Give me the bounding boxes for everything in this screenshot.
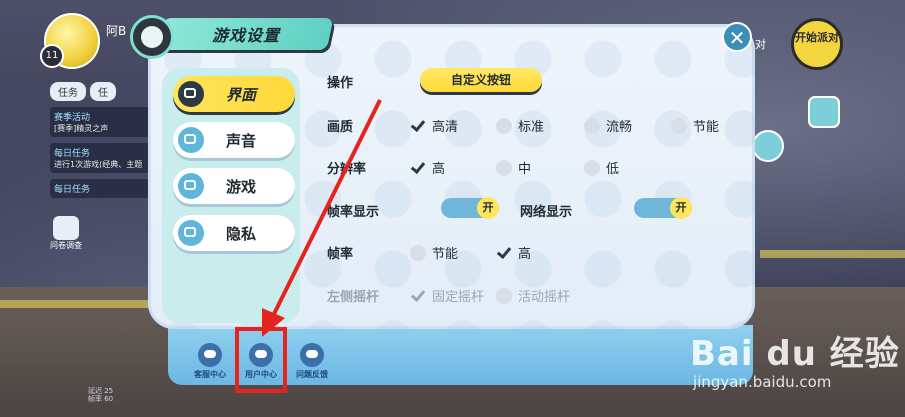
- player-level-badge: 11: [40, 44, 64, 68]
- task-panel: 任务 任 赛季活动 [赛季]精灵之声 每日任务 进行1次游戏(经典、主题 每日任…: [50, 82, 150, 212]
- feedback-button[interactable]: 问题反馈: [284, 343, 340, 380]
- feedback-icon: [300, 343, 324, 367]
- headset-icon: [198, 343, 222, 367]
- watermark: Bai du 经验 jingyan.baidu.com: [690, 326, 900, 391]
- tray-label: 问题反馈: [296, 370, 328, 379]
- left-joystick-label: 左侧摇杆: [327, 290, 380, 305]
- survey-icon: [53, 216, 79, 240]
- tab-sound[interactable]: 声音: [173, 122, 295, 158]
- network-display-label: 网络显示: [520, 205, 573, 220]
- check-icon: [410, 118, 426, 134]
- option-label: 节能: [432, 247, 459, 262]
- fps-display-label: 帧率显示: [327, 205, 380, 220]
- option-label: 高清: [432, 120, 459, 135]
- task-tab[interactable]: 任务: [50, 82, 86, 101]
- resolution-label: 分辨率: [327, 162, 367, 177]
- tab-label: 界面: [225, 86, 256, 104]
- option-label: 流畅: [606, 120, 633, 135]
- network-display-toggle[interactable]: 开: [634, 197, 692, 219]
- option-label: 低: [606, 162, 620, 177]
- quality-option-hd[interactable]: 高清: [410, 116, 458, 135]
- check-icon: [410, 160, 426, 176]
- radio-icon: [671, 117, 687, 134]
- resolution-option-low[interactable]: 低: [584, 158, 619, 177]
- option-label: 节能: [693, 120, 720, 135]
- quality-option-standard[interactable]: 标准: [496, 116, 544, 135]
- option-label: 标准: [518, 120, 545, 135]
- joystick-option-floating[interactable]: 活动摇杆: [496, 286, 570, 305]
- close-icon[interactable]: ✕: [722, 22, 752, 52]
- task-item[interactable]: 赛季活动 [赛季]精灵之声: [50, 107, 150, 137]
- network-stats: 延迟 25 帧率 60: [88, 387, 113, 403]
- task-item[interactable]: 每日任务 进行1次游戏(经典、主题: [50, 143, 150, 173]
- operation-label: 操作: [327, 76, 354, 91]
- side-emote-icon[interactable]: [752, 130, 784, 162]
- tab-label: 游戏: [225, 178, 256, 196]
- radio-icon: [584, 117, 600, 134]
- option-label: 高: [518, 247, 532, 262]
- resolution-option-mid[interactable]: 中: [496, 158, 531, 177]
- dialog-title: 游戏设置: [212, 26, 281, 45]
- radio-icon: [496, 287, 512, 304]
- latency-text: 延迟 25: [88, 387, 114, 395]
- joystick-option-fixed[interactable]: 固定摇杆: [410, 286, 484, 305]
- radio-icon: [410, 244, 426, 261]
- tab-label: 隐私: [225, 225, 256, 243]
- start-party-button[interactable]: 开始派对: [791, 18, 843, 70]
- fps-label: 帧率: [327, 247, 354, 262]
- survey-label: 问卷调查: [50, 241, 82, 250]
- toggle-knob: 开: [477, 197, 499, 219]
- option-label: 高: [432, 162, 446, 177]
- custom-buttons-button[interactable]: 自定义按钮: [420, 68, 542, 92]
- option-label: 活动摇杆: [518, 290, 571, 305]
- watermark-logo: Bai du 经验: [690, 334, 900, 374]
- resolution-option-high[interactable]: 高: [410, 158, 445, 177]
- fps-option-eco[interactable]: 节能: [410, 243, 458, 262]
- fps-text: 帧率 60: [88, 395, 114, 403]
- survey-button[interactable]: 问卷调查: [44, 216, 88, 251]
- radio-icon: [496, 117, 512, 134]
- pair-text: 对: [755, 38, 766, 51]
- fps-option-high[interactable]: 高: [496, 243, 531, 262]
- task-title: 赛季活动: [54, 113, 91, 123]
- tab-game[interactable]: 游戏: [173, 168, 295, 204]
- task-title: 每日任务: [54, 149, 91, 159]
- task-title: 每日任务: [54, 185, 91, 195]
- toggle-knob: 开: [670, 197, 692, 219]
- side-box-icon[interactable]: [808, 96, 840, 128]
- fps-display-toggle[interactable]: 开: [441, 197, 499, 219]
- tray-label: 客服中心: [194, 370, 226, 379]
- player-name: 阿B: [106, 24, 127, 38]
- watermark-url: jingyan.baidu.com: [693, 373, 832, 391]
- tab-label: 声音: [225, 132, 256, 150]
- task-desc: 进行1次游戏(经典、主题: [54, 160, 143, 169]
- tab-interface[interactable]: 界面: [173, 76, 295, 112]
- customer-service-button[interactable]: 客服中心: [182, 343, 238, 380]
- task-tab[interactable]: 任: [90, 82, 116, 101]
- quality-option-smooth[interactable]: 流畅: [584, 116, 632, 135]
- option-label: 中: [518, 162, 532, 177]
- option-label: 固定摇杆: [432, 290, 485, 305]
- quality-label: 画质: [327, 120, 354, 135]
- radio-icon: [496, 159, 512, 176]
- settings-robot-icon: [130, 15, 174, 59]
- task-desc: [赛季]精灵之声: [54, 124, 109, 133]
- highlight-box: [235, 327, 287, 393]
- check-icon: [410, 288, 426, 304]
- track-stripe: [760, 250, 905, 258]
- quality-option-eco[interactable]: 节能: [671, 116, 719, 135]
- tab-privacy[interactable]: 隐私: [173, 215, 295, 251]
- task-item[interactable]: 每日任务: [50, 179, 150, 198]
- check-icon: [496, 245, 512, 261]
- radio-icon: [584, 159, 600, 176]
